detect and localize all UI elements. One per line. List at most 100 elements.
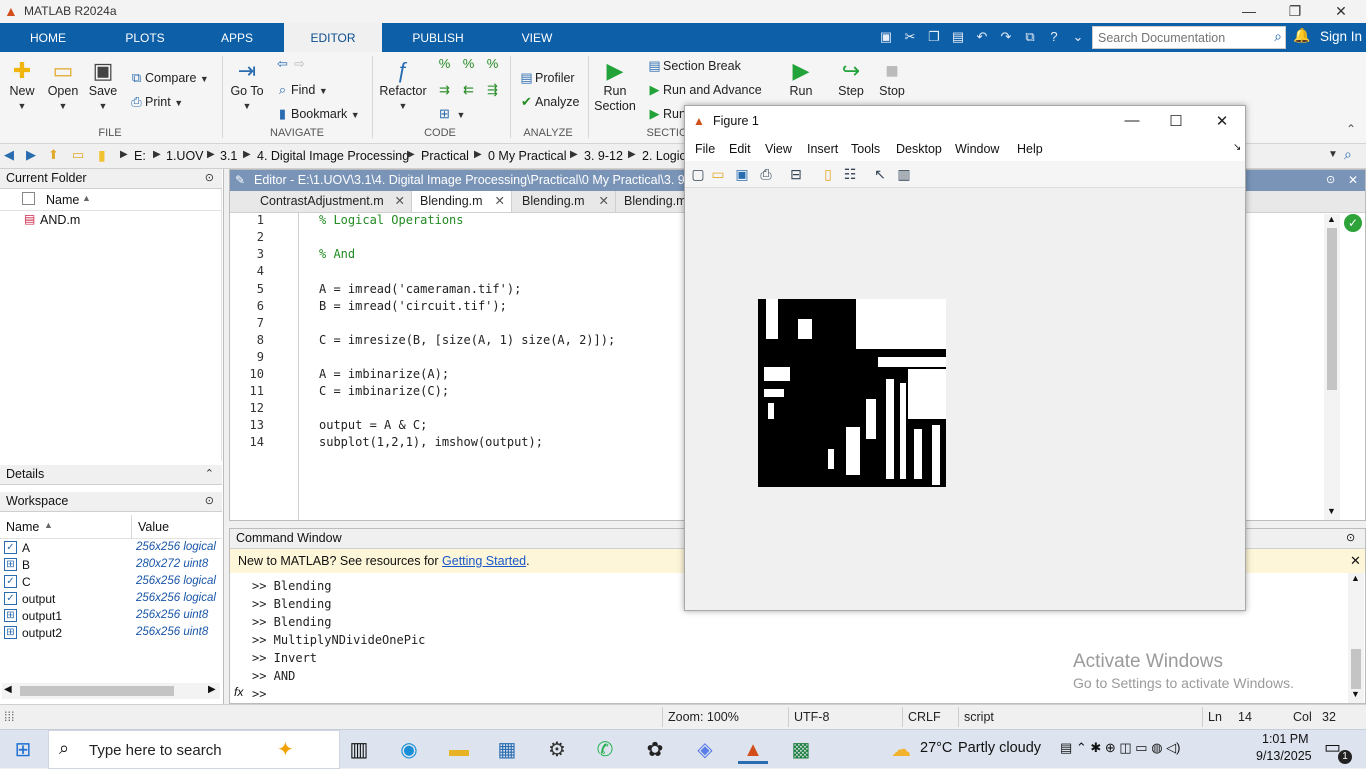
decrease-indent-button[interactable]: ⇇ [460, 82, 477, 98]
path-segment[interactable]: 0 My Practical [488, 149, 567, 163]
tab-plots[interactable]: PLOTS [112, 23, 178, 52]
close-notice-icon[interactable]: ✕ [1350, 549, 1361, 573]
editor-tab[interactable]: ContrastAdjustment.m ✕ [252, 191, 412, 212]
workspace-hscrollbar[interactable]: ◀ ▶ [2, 683, 220, 699]
copilot-icon[interactable]: ◈ [690, 736, 720, 764]
table-row[interactable]: ✓ output 256x256 logical [0, 591, 222, 608]
close-button[interactable]: ✕ [1318, 0, 1364, 23]
tab-view[interactable]: VIEW [506, 23, 568, 52]
menu-view[interactable]: View [765, 142, 792, 156]
code-line[interactable]: % Logical Operations [319, 213, 464, 227]
windows-start-icon[interactable]: ⊞ [8, 736, 38, 764]
help-icon[interactable]: ? [1044, 27, 1064, 47]
path-segment[interactable]: 3.1 [220, 149, 237, 163]
clock-time[interactable]: 1:01 PM [1262, 732, 1309, 746]
tray-icons[interactable]: ▤ ⌃ ✱ ⊕ ◫ ▭ ◍ ◁) [1060, 740, 1180, 756]
bookmark-button[interactable]: ▮ Bookmark ▼ [274, 106, 360, 122]
settings-gear-icon[interactable]: ⚙ [542, 736, 572, 764]
editor-vscrollbar[interactable]: ▲ ▼ [1324, 214, 1340, 520]
new-button[interactable]: ✚ New ▼ [6, 58, 38, 112]
panel-menu-icon[interactable]: ⊙ [1326, 170, 1335, 190]
compare-button[interactable]: ⧉ Compare ▼ [128, 70, 209, 86]
menu-help[interactable]: Help [1017, 142, 1043, 156]
path-segment[interactable]: 4. Digital Image Processing [257, 149, 409, 163]
code-line[interactable]: subplot(1,2,1), imshow(output); [319, 435, 543, 449]
tab-editor[interactable]: EDITOR [284, 23, 382, 52]
maximize-button[interactable]: ☐ [1161, 112, 1191, 130]
command-vscrollbar[interactable]: ▲ ▼ [1348, 573, 1364, 703]
sign-in-link[interactable]: Sign In [1320, 29, 1362, 44]
scrollbar-thumb[interactable] [1351, 649, 1361, 689]
scroll-up-icon[interactable]: ▲ [1351, 573, 1360, 583]
table-row[interactable]: ⊞ B 280x272 uint8 [0, 557, 222, 574]
paste-icon[interactable]: ▤ [948, 27, 968, 47]
table-row[interactable]: ⊞ output1 256x256 uint8 [0, 608, 222, 625]
code-line[interactable]: output = A & C; [319, 418, 427, 432]
redo-icon[interactable]: ↷ [996, 27, 1016, 47]
comment-button[interactable]: % [436, 56, 453, 71]
search-folder-icon[interactable]: ⌕ [1344, 146, 1352, 163]
chatgpt-icon[interactable]: ✿ [640, 736, 670, 764]
insert-legend-icon[interactable]: ☷ [841, 165, 859, 183]
run-button[interactable]: ▶ Run [780, 58, 822, 98]
tab-apps[interactable]: APPS [206, 23, 268, 52]
code-line[interactable]: C = imbinarize(C); [319, 384, 449, 398]
smart-indent-button[interactable]: ⇉ [436, 82, 453, 98]
weather-description[interactable]: Partly cloudy [958, 740, 1041, 756]
menu-tools[interactable]: Tools [851, 142, 880, 156]
matlab-taskbar-icon[interactable]: ▲ [738, 736, 768, 764]
menu-file[interactable]: File [695, 142, 715, 156]
step-button[interactable]: ↪ Step [830, 58, 872, 98]
file-item[interactable]: ▤ AND.m [0, 212, 222, 229]
menu-insert[interactable]: Insert [807, 142, 838, 156]
tab-publish[interactable]: PUBLISH [400, 23, 476, 52]
switch-windows-icon[interactable]: ⧉ [1020, 27, 1040, 47]
forward-icon[interactable]: ▶ [26, 147, 36, 163]
panel-menu-icon[interactable]: ⊙ [205, 169, 214, 188]
whatsapp-icon[interactable]: ✆ [590, 736, 620, 764]
table-row[interactable]: ✓ A 256x256 logical [0, 540, 222, 557]
collapse-icon[interactable]: ⌃ [205, 465, 214, 484]
uncomment-button[interactable]: % [460, 56, 477, 71]
goto-button[interactable]: ⇥ Go To ▼ [228, 58, 266, 112]
getting-started-link[interactable]: Getting Started [442, 554, 526, 568]
scroll-up-icon[interactable]: ▲ [1327, 214, 1336, 224]
save-button[interactable]: ▣ Save ▼ [86, 58, 120, 112]
code-line[interactable]: A = imbinarize(A); [319, 367, 449, 381]
close-tab-icon[interactable]: ✕ [395, 191, 405, 211]
print-figure-icon[interactable]: ⎙ [757, 165, 775, 183]
ws-name-column[interactable]: Name [6, 520, 39, 534]
back-forward-buttons[interactable]: ⇦ ⇨ [274, 56, 308, 72]
close-panel-icon[interactable]: ✕ [1348, 170, 1358, 190]
cut-icon[interactable]: ✂ [900, 27, 920, 47]
dock-icon[interactable]: ↘ [1233, 142, 1241, 153]
code-line[interactable]: A = imread('cameraman.tif'); [319, 282, 521, 296]
path-segment[interactable]: 2. Logic [642, 149, 686, 163]
scrollbar-thumb[interactable] [1327, 228, 1337, 390]
chevron-down-icon[interactable]: ⌄ [1068, 27, 1088, 47]
edit-plot-icon[interactable]: ↖ [871, 165, 889, 183]
insert-colorbar-icon[interactable]: ▯ [819, 165, 837, 183]
code-line[interactable]: % And [319, 247, 355, 261]
scroll-left-icon[interactable]: ◀ [4, 684, 12, 695]
print-button[interactable]: ⎙ Print ▼ [128, 94, 183, 110]
menu-window[interactable]: Window [955, 142, 999, 156]
copy-icon[interactable]: ❐ [924, 27, 944, 47]
table-row[interactable]: ✓ C 256x256 logical [0, 574, 222, 591]
menu-desktop[interactable]: Desktop [896, 142, 942, 156]
close-button[interactable]: ✕ [1207, 112, 1237, 130]
run-and-advance-button[interactable]: ▶ Run and Advance [646, 82, 762, 98]
stop-button[interactable]: ■ Stop [870, 58, 914, 98]
open-file-icon[interactable]: ▭ [709, 165, 727, 183]
up-folder-icon[interactable]: ⬆ [48, 147, 59, 163]
path-segment[interactable]: 3. 9-12 [584, 149, 623, 163]
increase-indent-button[interactable]: ⇶ [484, 82, 501, 98]
collapse-ribbon-icon[interactable]: ⌃ [1346, 122, 1356, 136]
refactor-button[interactable]: ƒ Refactor ▼ [378, 58, 428, 112]
path-dropdown-icon[interactable]: ▼ [1328, 149, 1338, 160]
code-line[interactable]: B = imread('circuit.tif'); [319, 299, 507, 313]
edge-browser-icon[interactable]: ◉ [394, 736, 424, 764]
details-header[interactable]: Details ⌃ [0, 465, 222, 485]
file-list-header[interactable]: Name ▲ [0, 189, 222, 211]
close-tab-icon[interactable]: ✕ [599, 191, 609, 211]
